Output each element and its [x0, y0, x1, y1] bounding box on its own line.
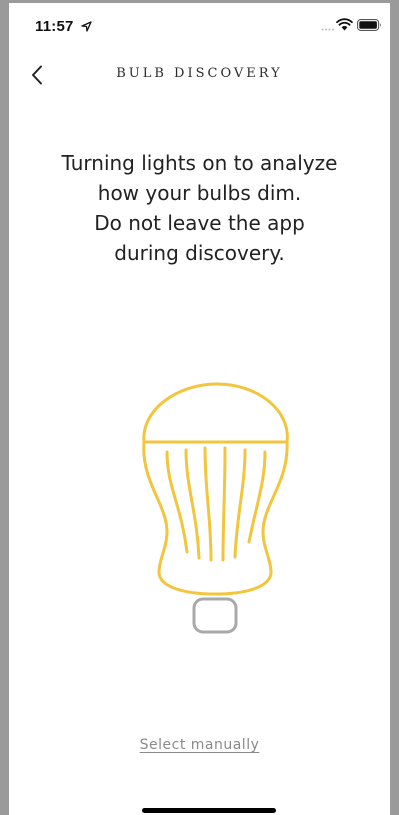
wifi-icon — [336, 18, 353, 31]
instruction-line: Turning lights on to analyze — [61, 151, 338, 175]
nav-header: BULB DISCOVERY — [9, 54, 390, 98]
light-bulb-icon — [142, 382, 289, 634]
battery-icon — [357, 19, 381, 31]
home-indicator — [142, 808, 276, 813]
discovery-instruction: Turning lights on to analyze how your bu… — [9, 148, 390, 268]
status-time: 11:57 — [35, 18, 74, 35]
instruction-line: during discovery. — [114, 241, 285, 265]
instruction-line: how your bulbs dim. — [97, 181, 302, 205]
select-manually-link[interactable]: Select manually — [9, 737, 390, 753]
instruction-line: Do not leave the app — [94, 211, 305, 235]
location-arrow-icon — [81, 21, 92, 32]
cellular-signal-icon — [321, 28, 334, 31]
page-title: BULB DISCOVERY — [116, 66, 283, 81]
status-bar: 11:57 — [9, 0, 390, 50]
app-screen: 11:57 BULB DISCOVERY Turning lights on t… — [0, 0, 399, 815]
